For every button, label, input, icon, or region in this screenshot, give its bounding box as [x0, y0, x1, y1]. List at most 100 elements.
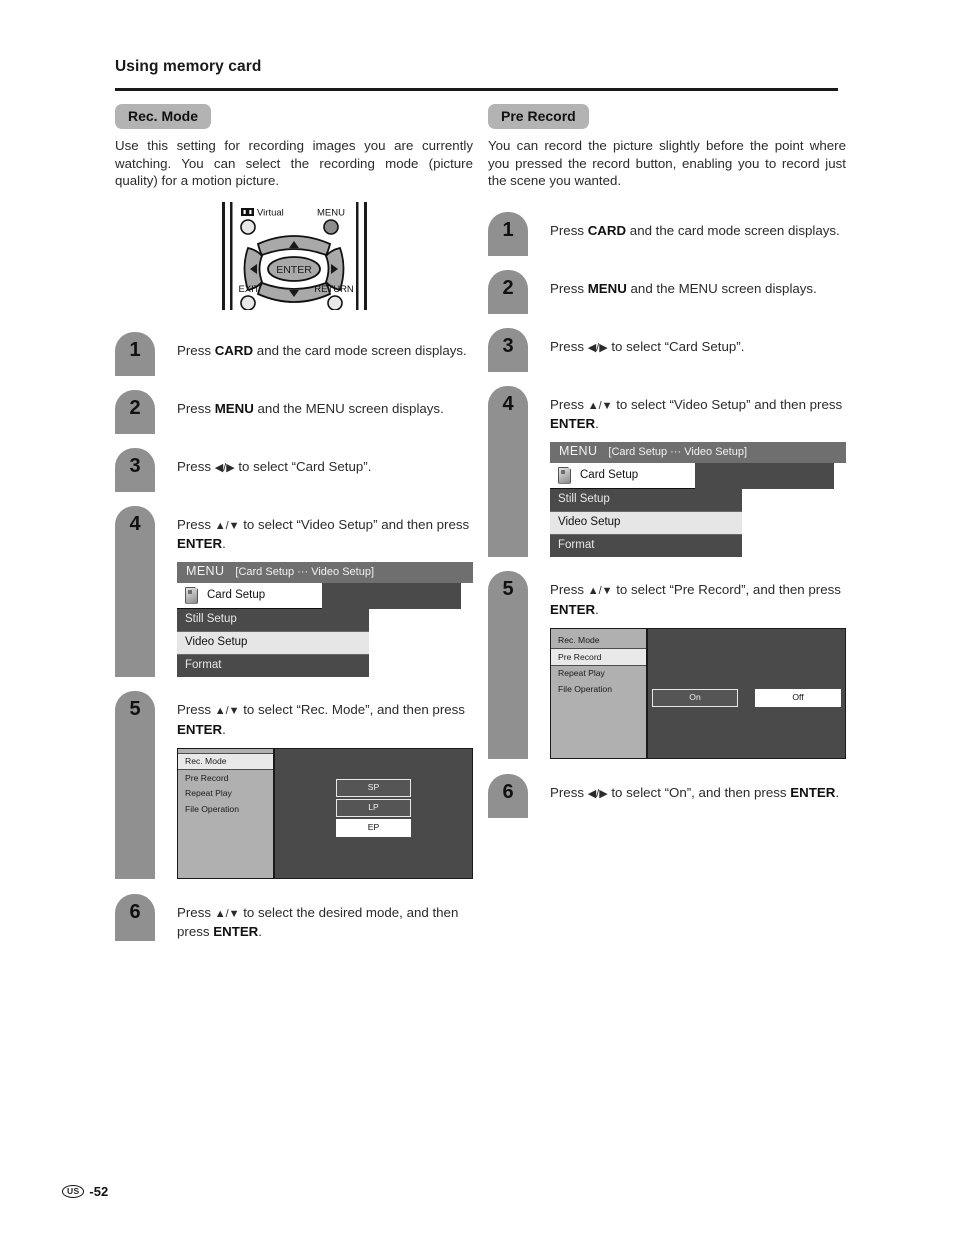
step-number-badge: 1 — [115, 331, 155, 376]
step-item: 6 Press ▲/▼ to select the desired mode, … — [115, 893, 473, 941]
step-body: Press ▲/▼ to select “Rec. Mode”, and the… — [155, 691, 473, 879]
osd-option-off-selected[interactable]: Off — [755, 688, 841, 707]
osd-option-on[interactable]: On — [652, 688, 738, 707]
header-rule — [115, 88, 838, 91]
step-number-badge: 5 — [115, 691, 155, 879]
step-text: Press ▲/▼ to select “Video Setup” and th… — [177, 516, 470, 552]
step-text: Press MENU and the MENU screen displays. — [550, 280, 817, 296]
step-number-badge: 6 — [488, 773, 528, 818]
osd-submenu-item[interactable]: Repeat Play — [551, 666, 646, 682]
step-body: Press CARD and the card mode screen disp… — [155, 332, 473, 360]
exit-label: EXIT — [238, 284, 259, 295]
memory-card-icon — [185, 586, 198, 604]
manual-page: Using memory card Rec. Mode Use this set… — [0, 0, 954, 1235]
step-item: 2 Press MENU and the MENU screen display… — [115, 389, 473, 434]
memory-card-icon — [558, 466, 571, 484]
step-item: 1 Press CARD and the card mode screen di… — [488, 211, 846, 256]
osd-option-lp[interactable]: LP — [336, 799, 411, 817]
virtual-button — [240, 218, 256, 235]
exit-button — [240, 294, 256, 311]
osd-submenu-item[interactable]: File Operation — [178, 802, 273, 818]
osd-submenu-item[interactable]: Repeat Play — [178, 786, 273, 802]
step-number-badge: 6 — [115, 893, 155, 941]
section-heading-pre-record: Pre Record — [488, 104, 589, 129]
step-text: Press ◀/▶ to select “On”, and then press… — [550, 784, 840, 800]
osd-tab-label: Card Setup — [580, 469, 639, 482]
step-item: 1 Press CARD and the card mode screen di… — [115, 331, 473, 376]
step-item: 3 Press ◀/▶ to select “Card Setup”. — [115, 447, 473, 492]
osd-submenu-screenshot-rec-mode: Rec. Mode Pre Record Repeat Play File Op… — [177, 747, 473, 879]
menu-label: MENU — [317, 207, 345, 218]
step-number-badge: 5 — [488, 571, 528, 759]
osd-option-ep-selected[interactable]: EP — [336, 819, 411, 838]
step-item: 5 Press ▲/▼ to select “Rec. Mode”, and t… — [115, 691, 473, 879]
page-number: -52 — [89, 1184, 109, 1199]
page-header: Using memory card — [115, 58, 838, 76]
osd-list-item-selected[interactable]: Video Setup — [177, 631, 369, 656]
remote-right-edge — [364, 201, 367, 310]
osd-tab-row: Card Setup — [550, 462, 846, 489]
step-body: Press CARD and the card mode screen disp… — [528, 212, 846, 240]
osd-menu-screenshot: MENU [Card Setup ··· Video Setup] Card Se… — [177, 561, 473, 678]
section-intro-pre-record: You can record the picture slightly befo… — [488, 138, 846, 189]
osd-option-sp[interactable]: SP — [336, 778, 411, 797]
step-text: Press ▲/▼ to select “Video Setup” and th… — [550, 396, 843, 432]
osd-menu-title: MENU — [559, 443, 598, 458]
step-body: Press ▲/▼ to select the desired mode, an… — [155, 894, 473, 941]
osd-menu-path: [Card Setup ··· Video Setup] — [608, 445, 748, 458]
step-number-badge: 3 — [488, 327, 528, 372]
menu-button — [323, 218, 339, 235]
return-label: RETURN — [314, 284, 354, 295]
step-number-badge: 4 — [115, 505, 155, 678]
osd-tab-card-setup[interactable]: Card Setup — [177, 582, 322, 609]
osd-titlebar: MENU [Card Setup ··· Video Setup] — [177, 561, 473, 583]
remote-left-edge — [222, 201, 225, 310]
osd-item-list: Still Setup Video Setup Format — [550, 488, 742, 558]
osd-submenu-item[interactable]: Pre Record — [178, 770, 273, 786]
osd-menu-title: MENU — [186, 563, 225, 578]
osd-submenu-screenshot-pre-record: Rec. Mode Pre Record Repeat Play File Op… — [550, 627, 846, 759]
remote-left-inner-edge — [230, 201, 233, 310]
osd-tab-empty — [322, 582, 461, 609]
osd-tab-row: Card Setup — [177, 582, 473, 609]
page-title: Using memory card — [115, 58, 262, 75]
step-number-badge: 2 — [488, 269, 528, 314]
return-button — [327, 294, 343, 311]
column-rec-mode: Rec. Mode Use this setting for recording… — [115, 104, 473, 941]
osd-submenu-item-selected[interactable]: Rec. Mode — [178, 752, 273, 771]
osd-menu-screenshot: MENU [Card Setup ··· Video Setup] Card Se… — [550, 441, 846, 558]
step-text: Press ◀/▶ to select “Card Setup”. — [550, 338, 745, 354]
osd-submenu-item[interactable]: File Operation — [551, 682, 646, 698]
osd-list-item[interactable]: Format — [177, 655, 369, 677]
osd-tab-empty — [695, 462, 834, 489]
osd-list-item-selected[interactable]: Video Setup — [550, 511, 742, 536]
step-text: Press ◀/▶ to select “Card Setup”. — [177, 458, 372, 474]
osd-submenu-item-selected[interactable]: Pre Record — [551, 648, 646, 667]
step-number-badge: 4 — [488, 385, 528, 558]
osd-submenu-list: Rec. Mode Pre Record Repeat Play File Op… — [178, 748, 275, 878]
step-item: 5 Press ▲/▼ to select “Pre Record”, and … — [488, 571, 846, 759]
virtual-icon — [241, 207, 254, 216]
region-badge: US — [62, 1185, 85, 1198]
osd-list-item[interactable]: Still Setup — [177, 609, 369, 632]
osd-submenu-item[interactable]: Rec. Mode — [551, 633, 646, 649]
osd-option-row: On Off — [648, 688, 845, 707]
step-body: Press MENU and the MENU screen displays. — [528, 270, 846, 298]
osd-tab-card-setup[interactable]: Card Setup — [550, 462, 695, 489]
step-item: 2 Press MENU and the MENU screen display… — [488, 269, 846, 314]
column-pre-record: Pre Record You can record the picture sl… — [488, 104, 846, 818]
step-number-badge: 1 — [488, 211, 528, 256]
step-text: Press ▲/▼ to select “Pre Record”, and th… — [550, 582, 841, 617]
remote-control-svg: Virtual MENU ENTER EXIT RETURN — [210, 201, 378, 311]
step-text: Press ▲/▼ to select the desired mode, an… — [177, 904, 459, 940]
osd-submenu-options-pane: On Off — [648, 628, 845, 758]
step-body: Press ◀/▶ to select “On”, and then press… — [528, 774, 846, 804]
remote-control-illustration: Virtual MENU ENTER EXIT RETURN — [210, 201, 378, 311]
osd-list-item[interactable]: Format — [550, 535, 742, 557]
step-body: Press MENU and the MENU screen displays. — [155, 390, 473, 418]
step-text: Press ▲/▼ to select “Rec. Mode”, and the… — [177, 702, 465, 737]
step-body: Press ▲/▼ to select “Video Setup” and th… — [155, 506, 473, 678]
osd-menu-path: [Card Setup ··· Video Setup] — [235, 565, 375, 578]
step-text: Press CARD and the card mode screen disp… — [177, 342, 467, 358]
osd-list-item[interactable]: Still Setup — [550, 489, 742, 512]
